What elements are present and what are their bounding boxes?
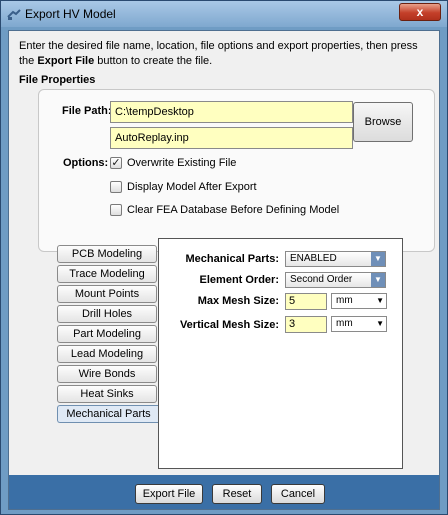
dropdown-arrow-icon: ▼	[371, 273, 385, 287]
browse-button[interactable]: Browse	[353, 102, 413, 142]
vertical-mesh-unit-select[interactable]: mm ▼	[331, 316, 387, 332]
dropdown-arrow-icon: ▼	[376, 296, 384, 305]
file-properties-panel: File Path: C:\tempDesktop AutoReplay.inp…	[38, 89, 435, 252]
action-bar: Export File Reset Cancel	[9, 475, 439, 509]
max-mesh-size-input[interactable]: 5	[285, 293, 327, 310]
mechanical-parts-panel: Mechanical Parts: ENABLED ▼ Element Orde…	[158, 238, 403, 469]
max-mesh-unit-select[interactable]: mm ▼	[331, 293, 387, 309]
file-path-input[interactable]: C:\tempDesktop	[110, 101, 353, 123]
reset-button[interactable]: Reset	[212, 484, 262, 504]
tab-trace-modeling[interactable]: Trace Modeling	[57, 265, 157, 283]
title-bar[interactable]: Export HV Model x	[1, 1, 447, 27]
options-label: Options:	[63, 157, 109, 169]
tab-wire-bonds[interactable]: Wire Bonds	[57, 365, 157, 383]
checkbox-checked-icon[interactable]: ✓	[110, 157, 122, 169]
vertical-mesh-size-input[interactable]: 3	[285, 316, 327, 333]
category-tabs: PCB Modeling Trace Modeling Mount Points…	[57, 235, 159, 435]
dropdown-arrow-icon: ▼	[376, 319, 384, 328]
app-icon	[7, 9, 21, 20]
close-icon: x	[416, 5, 424, 19]
max-mesh-size-label: Max Mesh Size:	[197, 295, 279, 307]
tab-drill-holes[interactable]: Drill Holes	[57, 305, 157, 323]
file-path-label: File Path:	[62, 105, 112, 117]
dialog-body: Enter the desired file name, location, f…	[8, 30, 440, 510]
checkbox-unchecked-icon[interactable]	[110, 181, 122, 193]
instructions-text: Enter the desired file name, location, f…	[19, 40, 418, 67]
cancel-button[interactable]: Cancel	[271, 484, 325, 504]
tab-mechanical-parts[interactable]: Mechanical Parts	[57, 405, 159, 423]
file-name-input[interactable]: AutoReplay.inp	[110, 127, 353, 149]
mechanical-parts-select[interactable]: ENABLED ▼	[285, 251, 386, 267]
element-order-select[interactable]: Second Order ▼	[285, 272, 386, 288]
tab-mount-points[interactable]: Mount Points	[57, 285, 157, 303]
tab-heat-sinks[interactable]: Heat Sinks	[57, 385, 157, 403]
file-properties-title: File Properties	[19, 74, 96, 86]
dropdown-arrow-icon: ▼	[371, 252, 385, 266]
tab-pcb-modeling[interactable]: PCB Modeling	[57, 245, 157, 263]
tab-part-modeling[interactable]: Part Modeling	[57, 325, 157, 343]
window-title: Export HV Model	[25, 7, 116, 21]
vertical-mesh-size-label: Vertical Mesh Size:	[179, 319, 279, 331]
close-button[interactable]: x	[399, 3, 441, 21]
mechanical-parts-label: Mechanical Parts:	[185, 253, 279, 265]
export-hv-model-window: Export HV Model x Enter the desired file…	[0, 0, 448, 515]
checkbox-unchecked-icon[interactable]	[110, 204, 122, 216]
element-order-label: Element Order:	[199, 274, 279, 286]
tab-lead-modeling[interactable]: Lead Modeling	[57, 345, 157, 363]
export-file-button[interactable]: Export File	[135, 484, 203, 504]
